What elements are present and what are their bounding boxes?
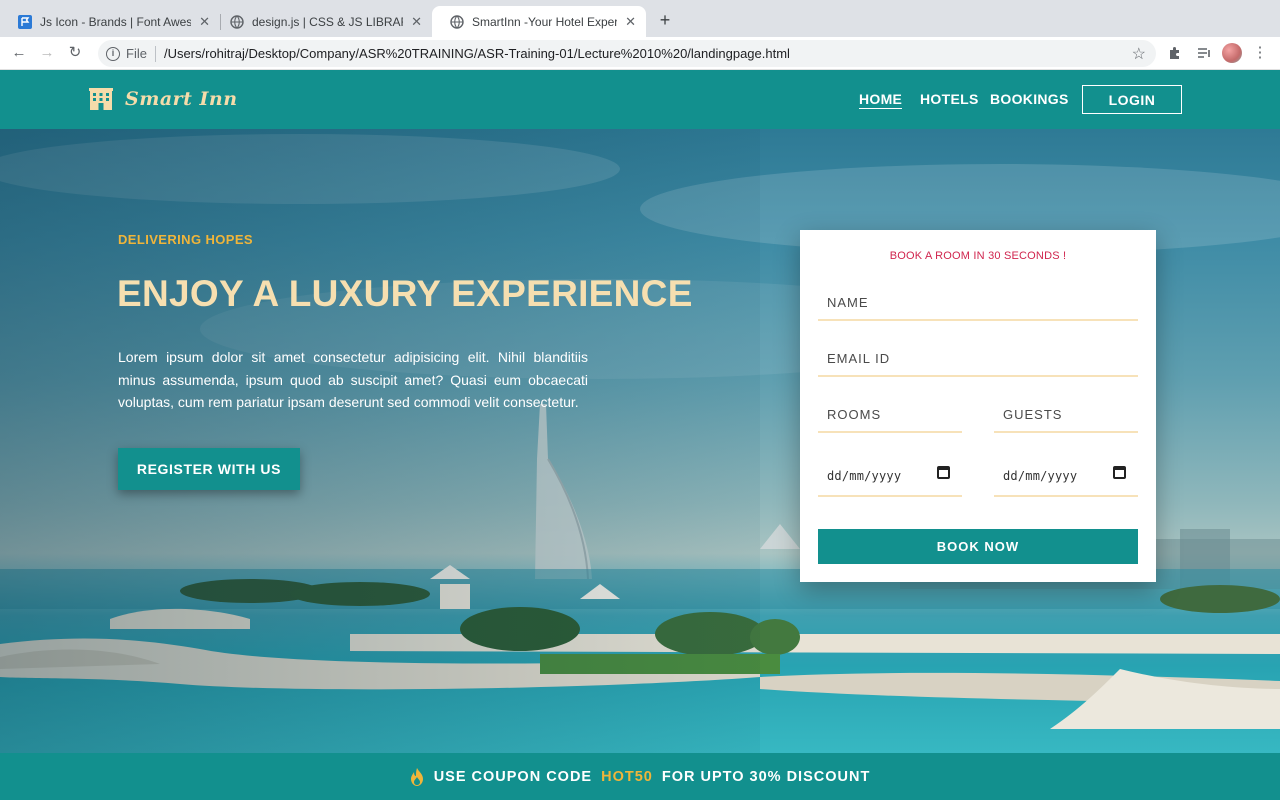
booking-form-card: BOOK A ROOM IN 30 SECONDS ! NAME EMAIL I… [800,230,1156,582]
close-icon[interactable]: ✕ [411,14,422,30]
booking-title: BOOK A ROOM IN 30 SECONDS ! [889,250,1067,262]
browser-tab-fontawesome[interactable]: Js Icon - Brands | Font Awesome ✕ [0,6,220,37]
menu-kebab-icon[interactable]: ⋮ [1250,43,1270,63]
hero-overlay [0,129,760,753]
book-now-button[interactable]: BOOK NOW [818,529,1138,564]
url-text[interactable]: /Users/rohitraj/Desktop/Company/ASR%20TR… [164,46,790,61]
email-field[interactable]: EMAIL ID [818,342,1138,377]
globe-icon [450,14,464,29]
reading-list-icon[interactable] [1194,43,1214,63]
info-icon[interactable]: i [106,46,120,61]
hero-lead-text: Lorem ipsum dolor sit amet consectetur a… [118,349,588,410]
address-bar[interactable]: i File /Users/rohitraj/Desktop/Company/A… [98,40,1156,67]
guests-field[interactable]: GUESTS [994,398,1138,433]
tab-title: design.js | CSS & JS LIBRARY [252,14,404,29]
browser-tab-designjs[interactable]: design.js | CSS & JS LIBRARY ✕ [212,6,432,37]
hero-headline: ENJOY A LUXURY EXPERIENCE [117,273,693,314]
coupon-prefix: USE COUPON CODE [433,768,593,785]
hero-kicker: DELIVERING HOPES [118,232,253,247]
checkin-date-value: dd/mm/yyyy [827,468,902,483]
forward-icon[interactable]: → [38,44,56,62]
nav-bookings[interactable]: BOOKINGS [990,91,1069,107]
fire-icon [410,767,423,786]
hotel-building-icon [89,88,113,110]
bookmark-star-icon[interactable]: ☆ [1132,44,1146,64]
extensions-icon[interactable] [1165,43,1185,63]
url-divider [154,45,156,62]
checkout-date-field[interactable]: dd/mm/yyyy [994,456,1138,497]
checkout-date-value: dd/mm/yyyy [1003,468,1078,483]
logo-text: Smart Inn [125,88,238,110]
calendar-icon[interactable] [1113,466,1126,479]
close-icon[interactable]: ✕ [199,14,210,30]
rooms-field[interactable]: ROOMS [818,398,962,433]
browser-tab-bar: Js Icon - Brands | Font Awesome ✕ design… [0,0,1280,37]
nav-home[interactable]: HOME [859,91,903,109]
tab-title: SmartInn -Your Hotel Expert [472,14,618,29]
flag-icon [18,14,32,29]
close-icon[interactable]: ✕ [625,14,636,30]
coupon-suffix: FOR UPTO 30% DISCOUNT [661,768,871,785]
email-placeholder: EMAIL ID [827,351,891,366]
site-logo[interactable]: Smart Inn [89,88,238,110]
name-field[interactable]: NAME [818,286,1138,321]
new-tab-button[interactable]: + [656,10,674,31]
coupon-code: HOT50 [601,768,653,785]
browser-toolbar: ← → ↻ i File /Users/rohitraj/Desktop/Com… [0,37,1280,70]
url-scheme: File [126,46,147,61]
rooms-placeholder: ROOMS [827,407,882,422]
globe-icon [230,14,244,29]
calendar-icon[interactable] [937,466,950,479]
reload-icon[interactable]: ↻ [66,44,84,62]
browser-tab-smartinn[interactable]: SmartInn -Your Hotel Expert ✕ [432,6,646,37]
nav-hotels[interactable]: HOTELS [920,91,979,107]
tab-title: Js Icon - Brands | Font Awesome [40,14,192,29]
back-icon[interactable]: ← [10,44,28,62]
guests-placeholder: GUESTS [1003,407,1063,422]
login-button[interactable]: LOGIN [1082,85,1182,114]
coupon-bar: USE COUPON CODE HOT50 FOR UPTO 30% DISCO… [0,753,1280,800]
register-button[interactable]: REGISTER WITH US [118,448,300,490]
name-placeholder: NAME [827,295,869,310]
checkin-date-field[interactable]: dd/mm/yyyy [818,456,962,497]
profile-avatar[interactable] [1222,43,1242,63]
